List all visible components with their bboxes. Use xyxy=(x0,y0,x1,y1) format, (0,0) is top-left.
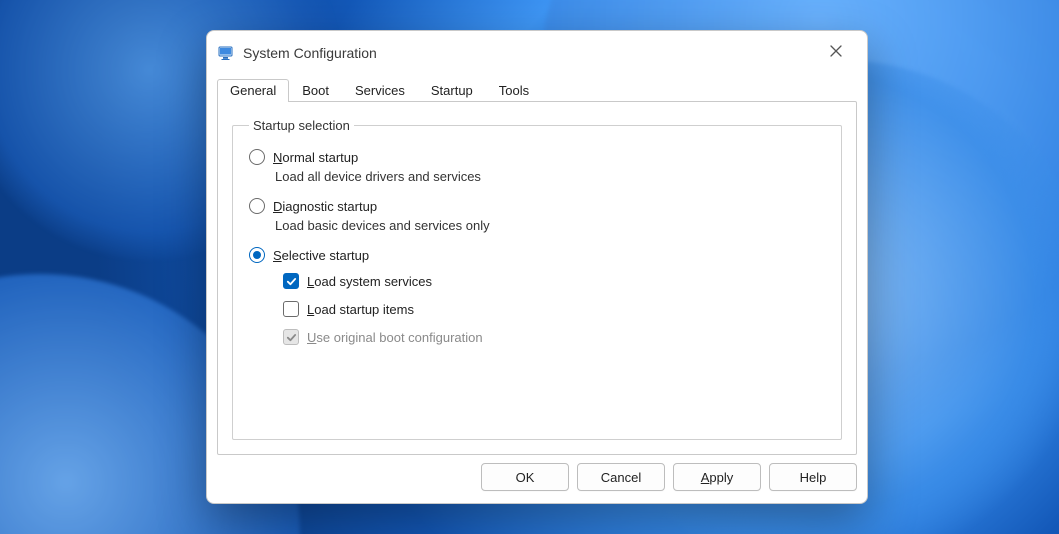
checkbox-original-boot-row: Use original boot configuration xyxy=(283,329,825,345)
checkbox-original-boot xyxy=(283,329,299,345)
radio-normal-startup-row[interactable]: Normal startup xyxy=(249,149,825,165)
window-title: System Configuration xyxy=(243,45,377,61)
radio-selective-startup-label: Selective startup xyxy=(273,248,369,263)
app-icon xyxy=(217,44,235,62)
radio-diagnostic-startup-desc: Load basic devices and services only xyxy=(275,218,825,233)
radio-selective-startup-row[interactable]: Selective startup xyxy=(249,247,825,263)
radio-selective-startup[interactable] xyxy=(249,247,265,263)
titlebar: System Configuration xyxy=(207,31,867,75)
radio-normal-startup-desc: Load all device drivers and services xyxy=(275,169,825,184)
tab-tools[interactable]: Tools xyxy=(486,79,542,102)
group-legend: Startup selection xyxy=(249,118,354,133)
startup-selection-group: Startup selection Normal startup Load al… xyxy=(232,118,842,440)
tab-boot[interactable]: Boot xyxy=(289,79,342,102)
system-configuration-window: System Configuration General Boot Servic… xyxy=(206,30,868,504)
checkbox-load-startup-items[interactable] xyxy=(283,301,299,317)
checkbox-load-system-services-row[interactable]: Load system services xyxy=(283,273,825,289)
selective-sub-options: Load system services Load startup items … xyxy=(283,273,825,345)
check-icon xyxy=(286,276,297,287)
apply-button[interactable]: Apply xyxy=(673,463,761,491)
close-button[interactable] xyxy=(815,37,857,69)
radio-normal-startup-label: Normal startup xyxy=(273,150,358,165)
dialog-button-row: OK Cancel Apply Help xyxy=(207,463,867,503)
radio-diagnostic-startup[interactable] xyxy=(249,198,265,214)
checkbox-load-startup-items-label: Load startup items xyxy=(307,302,414,317)
radio-normal-startup[interactable] xyxy=(249,149,265,165)
radio-diagnostic-startup-row[interactable]: Diagnostic startup xyxy=(249,198,825,214)
checkbox-original-boot-label: Use original boot configuration xyxy=(307,330,483,345)
checkbox-load-system-services-label: Load system services xyxy=(307,274,432,289)
help-button[interactable]: Help xyxy=(769,463,857,491)
tabstrip: General Boot Services Startup Tools xyxy=(207,75,867,101)
cancel-button[interactable]: Cancel xyxy=(577,463,665,491)
radio-diagnostic-startup-label: Diagnostic startup xyxy=(273,199,377,214)
ok-button[interactable]: OK xyxy=(481,463,569,491)
check-icon xyxy=(286,332,297,343)
tab-panel-general: Startup selection Normal startup Load al… xyxy=(217,101,857,455)
tab-services[interactable]: Services xyxy=(342,79,418,102)
tab-startup[interactable]: Startup xyxy=(418,79,486,102)
checkbox-load-system-services[interactable] xyxy=(283,273,299,289)
checkbox-load-startup-items-row[interactable]: Load startup items xyxy=(283,301,825,317)
tab-general[interactable]: General xyxy=(217,79,289,102)
close-icon xyxy=(830,44,842,62)
